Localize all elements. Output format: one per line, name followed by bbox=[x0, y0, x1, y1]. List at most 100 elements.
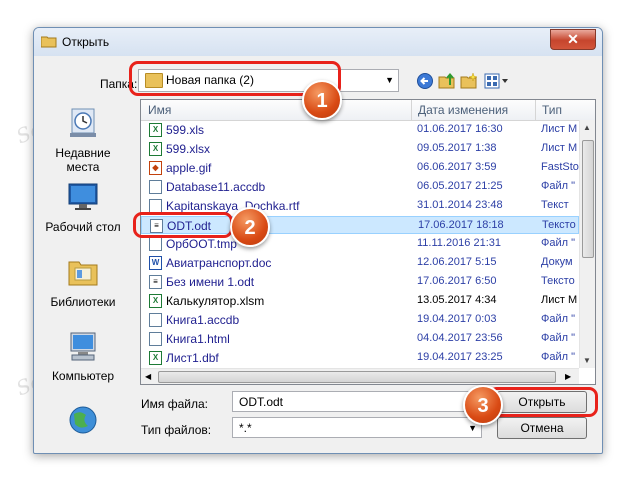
step-badge: 1 bbox=[302, 80, 342, 120]
place-label: Библиотеки bbox=[50, 295, 116, 309]
excel-file-icon: X bbox=[149, 123, 162, 137]
file-row[interactable]: ≡ Без имени 1.odt 17.06.2017 6:50 Тексто bbox=[141, 273, 579, 291]
column-separator[interactable] bbox=[535, 100, 536, 120]
file-name: Книга1.accdb bbox=[166, 313, 240, 327]
file-date: 13.05.2017 4:34 bbox=[417, 294, 497, 306]
place-label: Рабочий стол bbox=[45, 220, 121, 234]
file-row[interactable]: Книга1.accdb 19.04.2017 0:03 Файл " bbox=[141, 311, 579, 329]
file-name: Книга1.html bbox=[166, 332, 230, 346]
step-badge: 3 bbox=[463, 385, 503, 425]
file-list: Имя Дата изменения Тип X 599.xls 01.06.2… bbox=[140, 99, 596, 385]
window-title: Открыть bbox=[62, 35, 110, 49]
place-desktop[interactable]: Рабочий стол bbox=[38, 181, 128, 234]
step-badge: 2 bbox=[230, 207, 270, 247]
highlight-open-button bbox=[488, 387, 598, 417]
file-row[interactable]: W Авиатранспорт.doc 12.06.2017 5:15 Доку… bbox=[141, 254, 579, 272]
highlight-file bbox=[133, 212, 233, 238]
network-globe-icon[interactable] bbox=[66, 404, 100, 436]
vertical-scrollbar[interactable]: ▲ ▼ bbox=[579, 120, 595, 368]
excel-file-icon: X bbox=[149, 294, 162, 308]
title-bar: Открыть ✕ bbox=[34, 28, 602, 56]
file-type: Файл " bbox=[541, 332, 576, 344]
view-menu-icon[interactable] bbox=[484, 72, 510, 90]
place-recent[interactable]: Недавние места bbox=[38, 107, 128, 174]
column-separator[interactable] bbox=[411, 100, 412, 120]
scroll-right-icon[interactable]: ▶ bbox=[565, 372, 571, 381]
file-type: Тексто bbox=[542, 219, 576, 231]
place-computer[interactable]: Компьютер bbox=[38, 330, 128, 383]
file-date: 31.01.2014 23:48 bbox=[417, 199, 503, 211]
filetype-select[interactable]: *.* ▼ bbox=[232, 417, 482, 438]
file-type: Текст bbox=[541, 199, 569, 211]
new-folder-icon[interactable] bbox=[460, 72, 478, 90]
filetype-value: *.* bbox=[239, 421, 252, 435]
file-row[interactable]: Database11.accdb 06.05.2017 21:25 Файл " bbox=[141, 178, 579, 196]
file-row[interactable]: Книга1.html 04.04.2017 23:56 Файл " bbox=[141, 330, 579, 348]
file-name: Kapitanskaya_Dochka.rtf bbox=[166, 199, 300, 213]
scroll-thumb[interactable] bbox=[582, 140, 594, 258]
file-row[interactable]: ◆ apple.gif 06.06.2017 3:59 FastSto bbox=[141, 159, 579, 177]
file-type: Файл " bbox=[541, 180, 576, 192]
desktop-icon bbox=[68, 183, 98, 210]
cancel-button[interactable]: Отмена bbox=[497, 417, 587, 439]
file-type: Файл " bbox=[541, 351, 576, 363]
back-icon[interactable] bbox=[416, 72, 434, 90]
blank-file-icon bbox=[149, 180, 162, 194]
file-name: Калькулятор.xlsm bbox=[166, 294, 265, 308]
scroll-down-icon[interactable]: ▼ bbox=[583, 356, 591, 365]
scroll-thumb[interactable] bbox=[158, 371, 556, 383]
file-type: Докум bbox=[541, 256, 573, 268]
folder-open-icon bbox=[41, 36, 57, 48]
file-type: Лист M bbox=[541, 142, 578, 154]
file-type: FastSto bbox=[541, 161, 579, 173]
blank-file-icon bbox=[149, 199, 162, 213]
file-date: 06.06.2017 3:59 bbox=[417, 161, 497, 173]
file-type: Файл " bbox=[541, 237, 576, 249]
filename-value: ODT.odt bbox=[239, 395, 284, 409]
libraries-icon bbox=[68, 261, 98, 286]
file-date: 06.05.2017 21:25 bbox=[417, 180, 503, 192]
file-row[interactable]: X 599.xlsx 09.05.2017 1:38 Лист M bbox=[141, 140, 579, 158]
blank-file-icon bbox=[149, 313, 162, 327]
file-type: Файл " bbox=[541, 313, 576, 325]
blank-file-icon bbox=[149, 332, 162, 346]
file-row[interactable]: X 599.xls 01.06.2017 16:30 Лист M bbox=[141, 121, 579, 139]
filename-input[interactable]: ODT.odt bbox=[232, 391, 491, 412]
list-header: Имя Дата изменения Тип bbox=[141, 100, 595, 121]
file-name: Лист1.dbf bbox=[166, 351, 219, 365]
file-name: 599.xlsx bbox=[166, 142, 211, 156]
chevron-down-icon[interactable]: ▼ bbox=[385, 75, 394, 85]
file-row[interactable]: X Калькулятор.xlsm 13.05.2017 4:34 Лист … bbox=[141, 292, 579, 310]
file-date: 11.11.2016 21:31 bbox=[417, 237, 502, 249]
scroll-left-icon[interactable]: ◀ bbox=[145, 372, 151, 381]
file-date: 04.04.2017 23:56 bbox=[417, 332, 503, 344]
odt-file-icon: ≡ bbox=[149, 275, 162, 289]
file-date: 19.04.2017 0:03 bbox=[417, 313, 497, 325]
excel-file-icon: X bbox=[149, 142, 162, 156]
image-file-icon: ◆ bbox=[149, 161, 162, 175]
file-name: ОрбООТ.tmp bbox=[166, 237, 237, 251]
column-date[interactable]: Дата изменения bbox=[418, 103, 508, 117]
places-bar: Недавние места Рабочий стол Библиотеки К… bbox=[38, 100, 128, 440]
file-date: 01.06.2017 16:30 bbox=[417, 123, 503, 135]
horizontal-scrollbar[interactable]: ◀ ▶ bbox=[141, 368, 579, 384]
file-row[interactable]: X Лист1.dbf 19.04.2017 23:25 Файл " bbox=[141, 349, 579, 367]
file-name: 599.xls bbox=[166, 123, 205, 137]
place-libraries[interactable]: Библиотеки bbox=[38, 256, 128, 309]
scroll-up-icon[interactable]: ▲ bbox=[583, 123, 591, 132]
close-button[interactable]: ✕ bbox=[550, 29, 596, 50]
file-type: Тексто bbox=[541, 275, 575, 287]
file-date: 17.06.2017 6:50 bbox=[417, 275, 497, 287]
filetype-label: Тип файлов: bbox=[141, 423, 212, 437]
up-folder-icon[interactable] bbox=[438, 72, 456, 90]
column-name[interactable]: Имя bbox=[148, 103, 171, 117]
recent-places-icon bbox=[70, 108, 96, 137]
word-file-icon: W bbox=[149, 256, 162, 270]
excel-file-icon: X bbox=[149, 351, 162, 365]
file-type: Лист M bbox=[541, 294, 578, 306]
chevron-down-icon[interactable]: ▼ bbox=[468, 423, 477, 433]
column-type[interactable]: Тип bbox=[542, 103, 562, 117]
place-label: Недавние места bbox=[55, 146, 111, 174]
file-name: Авиатранспорт.doc bbox=[166, 256, 272, 270]
place-label: Компьютер bbox=[51, 369, 115, 383]
